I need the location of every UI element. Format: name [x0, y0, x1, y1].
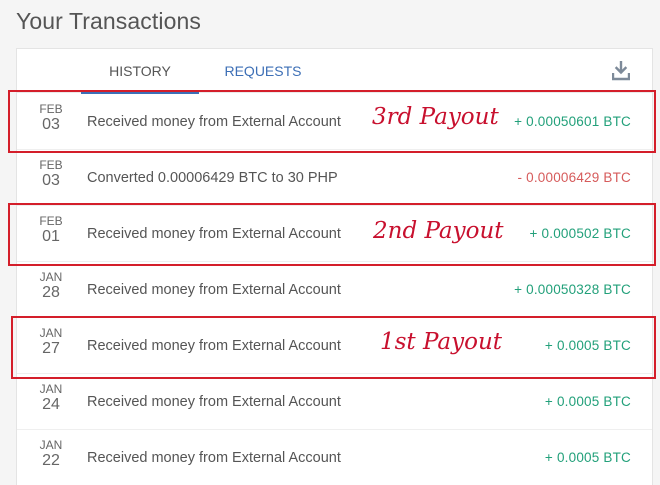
- transaction-amount: + 0.000502 BTC: [529, 226, 631, 241]
- transaction-description: Converted 0.00006429 BTC to 30 PHP: [87, 170, 338, 186]
- transaction-amount: + 0.00050601 BTC: [514, 114, 631, 129]
- transaction-day: 22: [42, 452, 60, 469]
- tab-history[interactable]: HISTORY: [81, 49, 199, 94]
- transaction-description: Received money from External Account: [87, 114, 341, 130]
- page-title: Your Transactions: [16, 8, 201, 34]
- transaction-row[interactable]: FEB 03 Received money from External Acco…: [17, 94, 652, 150]
- transaction-description: Received money from External Account: [87, 394, 341, 410]
- transaction-description: Received money from External Account: [87, 450, 341, 466]
- transaction-row[interactable]: FEB 01 Received money from External Acco…: [17, 206, 652, 262]
- transaction-description: Received money from External Account: [87, 338, 341, 354]
- transactions-card: HISTORY REQUESTS FEB 03 Received money f…: [16, 48, 653, 485]
- transaction-day: 03: [42, 172, 60, 189]
- annotation-label: 2nd Payout: [373, 218, 504, 244]
- tab-bar: HISTORY REQUESTS: [17, 49, 652, 94]
- transaction-month: FEB: [39, 102, 63, 116]
- transaction-day: 03: [42, 116, 60, 133]
- transaction-amount: + 0.0005 BTC: [544, 394, 631, 409]
- transaction-month: JAN: [39, 438, 63, 452]
- transaction-description: Received money from External Account: [87, 282, 341, 298]
- transaction-month: JAN: [39, 326, 63, 340]
- transaction-amount: + 0.0005 BTC: [544, 338, 631, 353]
- transaction-month: JAN: [39, 382, 63, 396]
- annotation-label: 3rd Payout: [372, 104, 499, 130]
- transaction-month: FEB: [39, 214, 63, 228]
- transaction-row[interactable]: JAN 22 Received money from External Acco…: [17, 430, 652, 485]
- transaction-date: JAN 27: [27, 327, 75, 358]
- transaction-row[interactable]: JAN 28 Received money from External Acco…: [17, 262, 652, 318]
- transaction-day: 24: [42, 396, 60, 413]
- tab-requests[interactable]: REQUESTS: [215, 49, 311, 93]
- transaction-day: 28: [42, 284, 60, 301]
- transaction-day: 01: [42, 228, 60, 245]
- transaction-date: FEB 03: [27, 103, 75, 134]
- transaction-date: JAN 22: [27, 439, 75, 470]
- transaction-month: JAN: [39, 270, 63, 284]
- transaction-amount: + 0.0005 BTC: [544, 450, 631, 465]
- annotation-label: 1st Payout: [380, 329, 503, 355]
- transaction-row[interactable]: FEB 03 Converted 0.00006429 BTC to 30 PH…: [17, 150, 652, 206]
- transaction-date: FEB 03: [27, 159, 75, 190]
- transaction-day: 27: [42, 340, 60, 357]
- transaction-row[interactable]: JAN 24 Received money from External Acco…: [17, 374, 652, 430]
- transaction-date: FEB 01: [27, 215, 75, 246]
- transaction-description: Received money from External Account: [87, 226, 341, 242]
- transaction-date: JAN 28: [27, 271, 75, 302]
- transaction-month: FEB: [39, 158, 63, 172]
- transaction-date: JAN 24: [27, 383, 75, 414]
- transaction-amount: - 0.00006429 BTC: [517, 170, 631, 185]
- download-icon[interactable]: [612, 61, 630, 81]
- transaction-row[interactable]: JAN 27 Received money from External Acco…: [17, 318, 652, 374]
- transaction-amount: + 0.00050328 BTC: [514, 282, 631, 297]
